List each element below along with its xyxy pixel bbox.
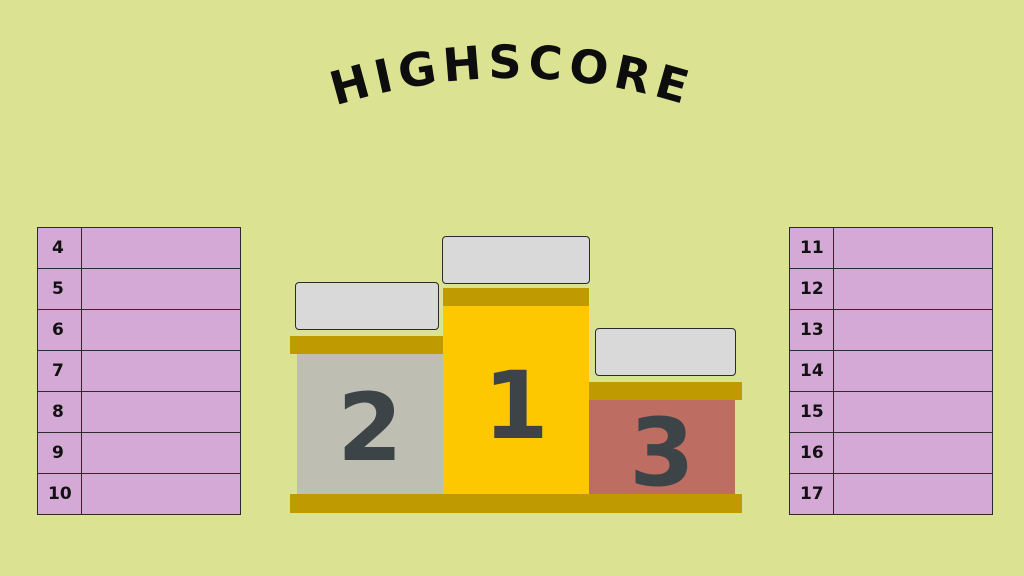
rank-cell: 7	[37, 350, 82, 392]
podium-base	[290, 494, 742, 513]
table-row: 8	[37, 391, 241, 433]
name-cell[interactable]	[833, 473, 993, 515]
podium-third-rank: 3	[629, 399, 695, 508]
table-row: 9	[37, 432, 241, 474]
name-cell[interactable]	[81, 309, 241, 351]
name-cell[interactable]	[833, 391, 993, 433]
podium-first-rank: 1	[483, 352, 549, 461]
rank-cell: 17	[789, 473, 834, 515]
rank-cell: 12	[789, 268, 834, 310]
table-row: 10	[37, 473, 241, 515]
rank-cell: 16	[789, 432, 834, 474]
ranking-table-left: 4 5 6 7 8 9 10	[37, 227, 241, 515]
rank-cell: 9	[37, 432, 82, 474]
table-row: 4	[37, 227, 241, 269]
rank-cell: 15	[789, 391, 834, 433]
rank-cell: 11	[789, 227, 834, 269]
second-place-name-box[interactable]	[295, 282, 439, 330]
table-row: 5	[37, 268, 241, 310]
name-cell[interactable]	[81, 350, 241, 392]
table-row: 16	[789, 432, 993, 474]
name-cell[interactable]	[81, 473, 241, 515]
table-row: 6	[37, 309, 241, 351]
table-row: 12	[789, 268, 993, 310]
name-cell[interactable]	[833, 268, 993, 310]
name-cell[interactable]	[833, 432, 993, 474]
podium-second-trim	[290, 336, 443, 354]
name-cell[interactable]	[833, 309, 993, 351]
rank-cell: 5	[37, 268, 82, 310]
third-place-name-box[interactable]	[595, 328, 736, 376]
rank-cell: 13	[789, 309, 834, 351]
first-place-name-box[interactable]	[442, 236, 590, 284]
table-row: 14	[789, 350, 993, 392]
podium-first-trim	[443, 288, 589, 306]
name-cell[interactable]	[81, 227, 241, 269]
table-row: 13	[789, 309, 993, 351]
page-title: HIGHSCORE	[324, 35, 700, 116]
name-cell[interactable]	[833, 227, 993, 269]
rank-cell: 4	[37, 227, 82, 269]
name-cell[interactable]	[81, 432, 241, 474]
name-cell[interactable]	[81, 391, 241, 433]
table-row: 11	[789, 227, 993, 269]
rank-cell: 10	[37, 473, 82, 515]
podium-second-rank: 2	[337, 374, 403, 483]
name-cell[interactable]	[833, 350, 993, 392]
table-row: 17	[789, 473, 993, 515]
title-banner: HIGHSCORE	[324, 35, 700, 116]
name-cell[interactable]	[81, 268, 241, 310]
rank-cell: 14	[789, 350, 834, 392]
rank-cell: 6	[37, 309, 82, 351]
rank-cell: 8	[37, 391, 82, 433]
table-row: 7	[37, 350, 241, 392]
ranking-table-right: 11 12 13 14 15 16 17	[789, 227, 993, 515]
table-row: 15	[789, 391, 993, 433]
podium-third-trim	[589, 382, 742, 400]
